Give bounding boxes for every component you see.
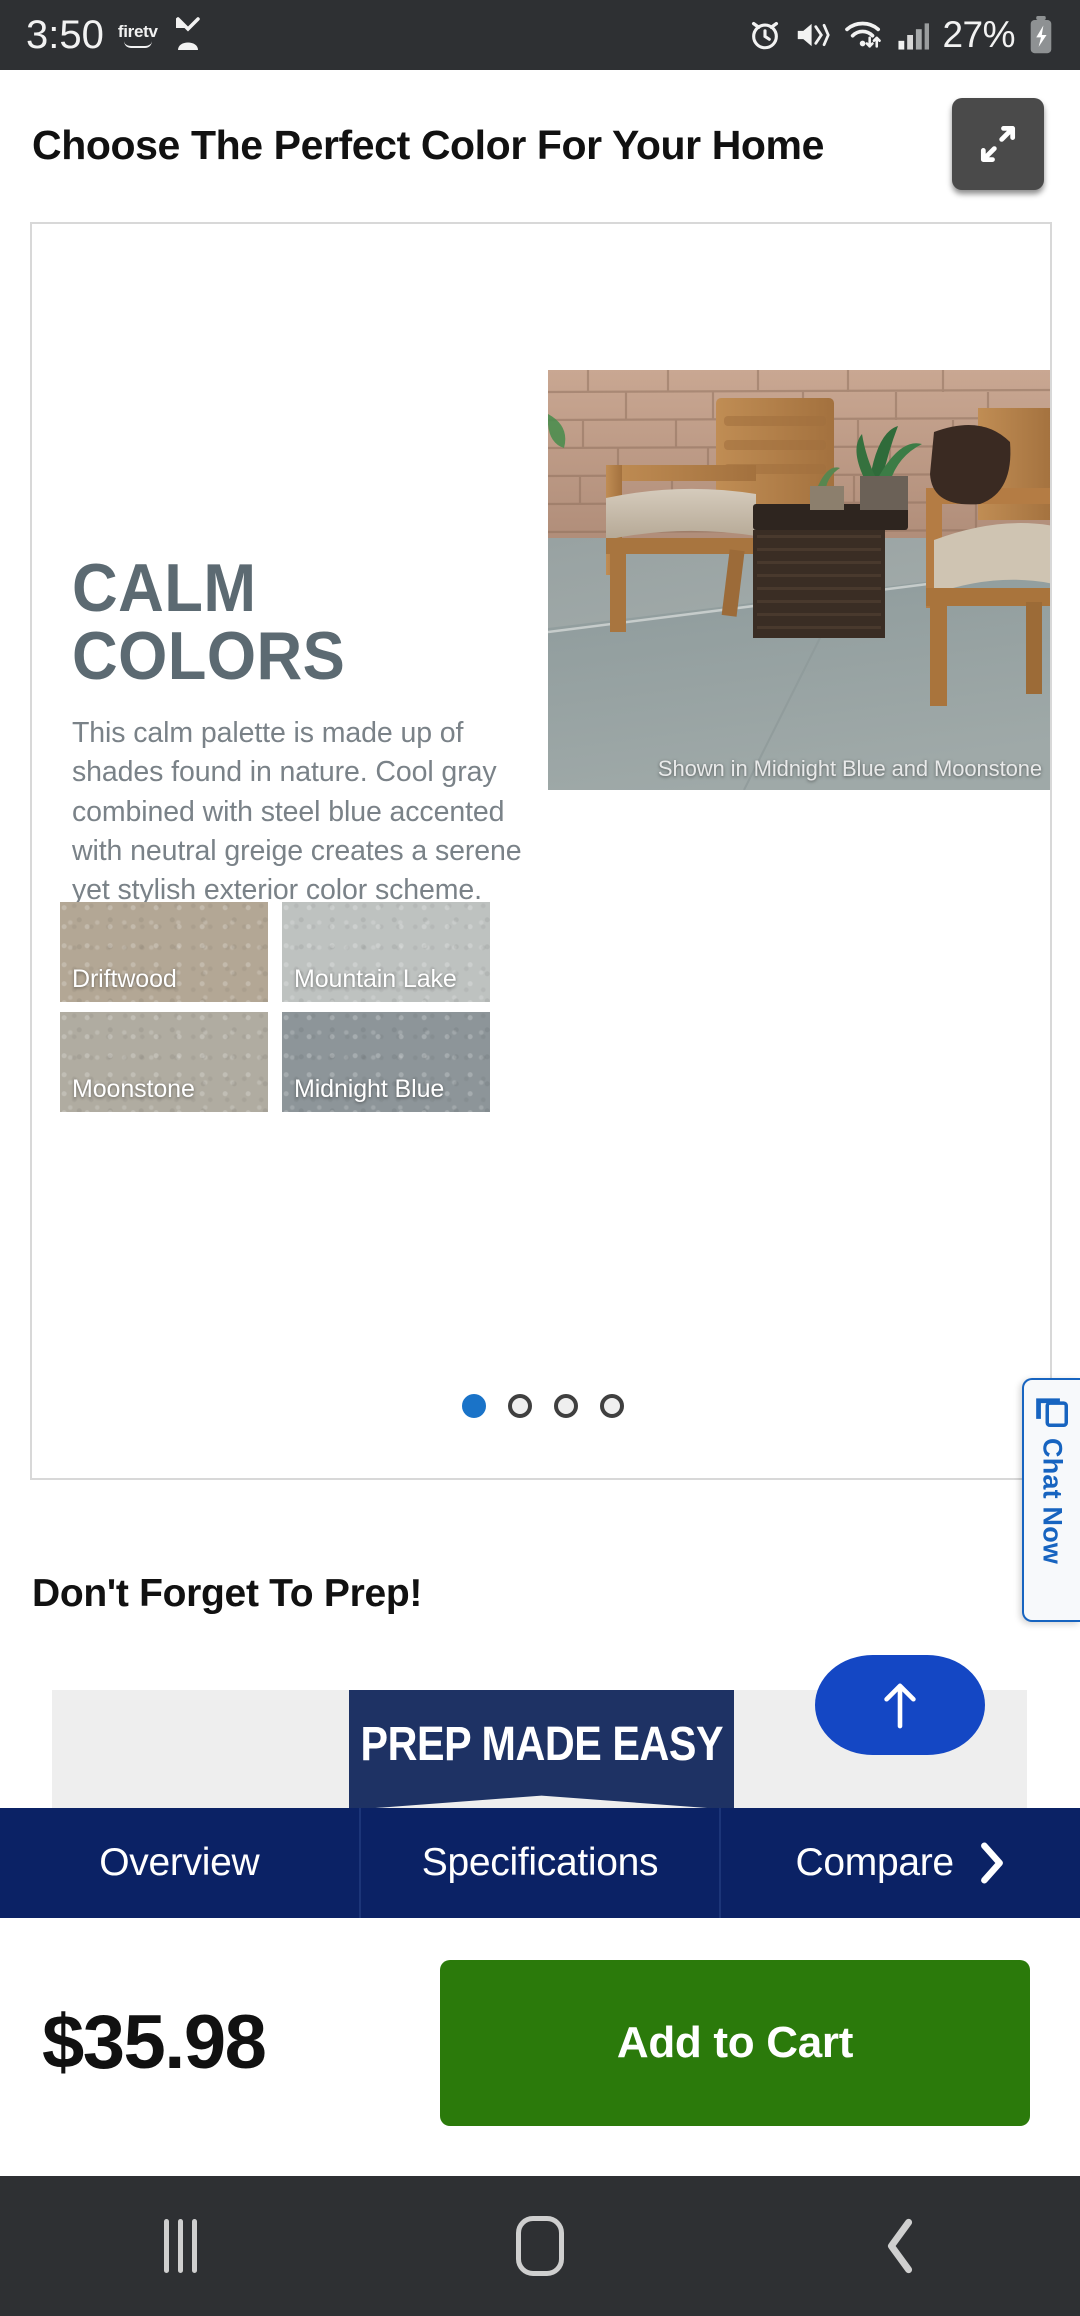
tab-compare-label: Compare (795, 1841, 955, 1884)
add-to-cart-label: Add to Cart (616, 2018, 854, 2067)
prep-made-easy-banner: PREP MADE EASY (349, 1690, 734, 1810)
cellular-signal-icon (898, 23, 930, 50)
vibrate-mute-icon (798, 23, 831, 47)
color-swatch-grid: Driftwood Mountain Lake Moonstone Midnig… (60, 902, 500, 1112)
patio-scene-image (548, 370, 1050, 790)
notification-glyph-icon (175, 17, 200, 50)
carousel-slide: CALM COLORS This calm palette is made up… (32, 224, 1050, 1478)
slide-heading: CALM COLORS (72, 550, 346, 694)
slide-photo: Shown in Midnight Blue and Moonstone (548, 370, 1050, 790)
wicker-ottoman (753, 504, 908, 638)
scroll-to-top-button[interactable] (815, 1655, 985, 1755)
recents-button[interactable] (0, 2219, 360, 2273)
page-title: Choose The Perfect Color For Your Home (32, 121, 825, 168)
swatch-midnight-blue[interactable]: Midnight Blue (282, 1012, 490, 1112)
status-bar-left: 3:50 firetv (26, 15, 206, 55)
swatch-label: Mountain Lake (294, 965, 457, 993)
page-header: Choose The Perfect Color For Your Home (0, 70, 1080, 220)
purchase-bar: $35.98 Add to Cart (0, 1918, 1080, 2166)
swatch-label: Driftwood (72, 965, 177, 993)
expand-button[interactable] (952, 98, 1044, 190)
swatch-mountain-lake[interactable]: Mountain Lake (282, 902, 490, 1002)
carousel-dot-3[interactable] (554, 1394, 578, 1418)
slide-text-block: CALM COLORS This calm palette is made up… (72, 554, 542, 911)
android-nav-bar (0, 2176, 1080, 2316)
slide-body-text: This calm palette is made up of shades f… (72, 717, 522, 907)
alarm-icon (752, 21, 779, 50)
chevron-right-icon (980, 1842, 1003, 1884)
home-button[interactable] (360, 2216, 720, 2276)
recents-icon (163, 2219, 197, 2273)
carousel-dot-1[interactable] (462, 1394, 486, 1418)
firetv-badge-icon: firetv (118, 23, 158, 48)
chat-bubble-icon (1036, 1398, 1068, 1427)
status-time: 3:50 (26, 13, 104, 57)
tab-compare[interactable]: Compare (719, 1808, 1080, 1918)
wifi-icon (845, 21, 882, 48)
carousel-dot-4[interactable] (600, 1394, 624, 1418)
tab-overview-label: Overview (99, 1841, 260, 1884)
tab-specifications-label: Specifications (421, 1841, 659, 1884)
battery-charging-icon (1030, 16, 1052, 54)
swatch-label: Moonstone (72, 1075, 195, 1103)
swatch-driftwood[interactable]: Driftwood (60, 902, 268, 1002)
carousel-dot-2[interactable] (508, 1394, 532, 1418)
carousel-dots (32, 1394, 1050, 1418)
battery-percent: 27% (942, 14, 1015, 55)
back-button[interactable] (720, 2218, 1080, 2274)
add-to-cart-button[interactable]: Add to Cart (440, 1960, 1030, 2126)
chat-now-tab[interactable]: Chat Now (1022, 1378, 1080, 1622)
status-bar: 3:50 firetv 27% (0, 0, 1080, 70)
section-tab-bar: Overview Specifications Compare (0, 1808, 1080, 1918)
tab-specifications[interactable]: Specifications (358, 1808, 720, 1918)
photo-caption: Shown in Midnight Blue and Moonstone (657, 756, 1042, 781)
status-bar-right: 27% (748, 14, 1054, 56)
prep-banner-text: PREP MADE EASY (360, 1717, 723, 1771)
back-icon (887, 2218, 913, 2274)
prep-section-heading: Don't Forget To Prep! (32, 1572, 423, 1615)
color-carousel[interactable]: CALM COLORS This calm palette is made up… (30, 222, 1052, 1480)
expand-arrows-icon (980, 126, 1016, 162)
firetv-smile-icon (123, 41, 152, 48)
chat-now-label: Chat Now (1037, 1438, 1068, 1565)
product-price: $35.98 (42, 1999, 267, 2085)
swatch-moonstone[interactable]: Moonstone (60, 1012, 268, 1112)
tab-overview[interactable]: Overview (0, 1808, 359, 1918)
arrow-up-icon (884, 1683, 916, 1729)
home-icon (516, 2216, 564, 2276)
swatch-label: Midnight Blue (294, 1075, 445, 1103)
firetv-label: firetv (117, 21, 158, 41)
